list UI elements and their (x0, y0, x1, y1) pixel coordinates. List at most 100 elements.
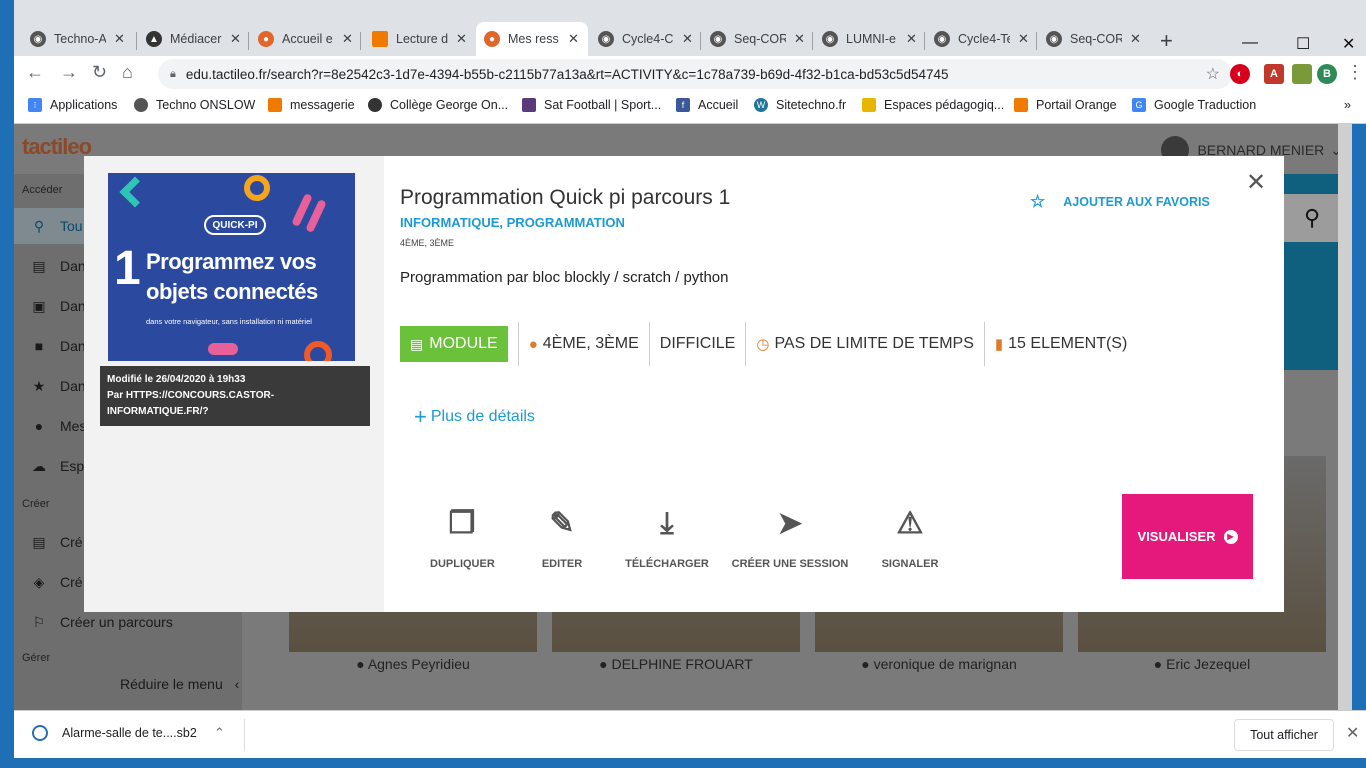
address-bar[interactable]: 🔒︎ edu.tactileo.fr/search?r=8e2542c3-1d7… (158, 59, 1232, 89)
path-icon: ⚐ (32, 613, 46, 630)
browser-tab[interactable]: ◉ Cycle4-C ✕ (590, 22, 701, 56)
page-scrollbar[interactable] (1338, 124, 1352, 710)
reload-icon[interactable]: ↻ (92, 62, 107, 83)
resource-levels: 4ÈME, 3ÈME (400, 238, 455, 248)
copy-icon: ❐ (448, 507, 476, 540)
search-icon: ⚲ (1303, 205, 1321, 230)
close-tab-icon[interactable]: ✕ (794, 31, 805, 47)
extension-icon[interactable] (1292, 64, 1312, 84)
minimize-button[interactable]: — (1242, 34, 1258, 52)
bookmark-star-icon[interactable]: ☆ (1206, 64, 1220, 84)
close-tab-icon[interactable]: ✕ (456, 31, 467, 47)
pdf-extension-icon[interactable]: A (1264, 64, 1284, 84)
warning-icon: ⚠ (896, 507, 924, 540)
close-modal-button[interactable]: ✕ (1246, 168, 1266, 197)
globe-icon: ◉ (934, 31, 950, 47)
globe-icon (134, 98, 148, 112)
scratch-file-icon (32, 725, 48, 741)
orange-icon (372, 31, 388, 47)
more-details-link[interactable]: + Plus de détails (414, 404, 535, 430)
pencil-icon: ✎ (549, 507, 575, 540)
star-icon: ☆ (1030, 192, 1046, 211)
close-tab-icon[interactable]: ✕ (114, 31, 125, 47)
show-all-downloads-button[interactable]: Tout afficher (1234, 719, 1334, 751)
cloud-check-icon: ☁ (32, 457, 46, 474)
map-pin-icon: ● (34, 418, 44, 434)
close-tab-icon[interactable]: ✕ (1018, 31, 1029, 47)
close-tab-icon[interactable]: ✕ (1130, 31, 1141, 47)
football-icon (522, 98, 536, 112)
tab-strip: ◉ Techno-A ✕ ▲ Médiacer ✕ ● Accueil e ✕ Lectur… (14, 20, 1366, 56)
blob-decoration-icon (208, 343, 238, 355)
browser-tab[interactable]: ◉ Cycle4-Te ✕ (926, 22, 1037, 56)
bookmark-item[interactable]: Sat Football | Sport... (522, 98, 661, 112)
chevron-left-icon: ‹ (234, 676, 240, 692)
bookmark-item[interactable]: Portail Orange (1014, 98, 1117, 112)
browser-tab[interactable]: ◉ Seq-COR ✕ (702, 22, 813, 56)
create-session-button[interactable]: ➤ CRÉER UNE SESSION (730, 500, 850, 570)
edit-button[interactable]: ✎ EDITER (532, 500, 592, 570)
maximize-button[interactable]: ☐ (1296, 34, 1310, 54)
browser-tab[interactable]: ● Accueil e ✕ (250, 22, 361, 56)
resource-info-bar: ▤ MODULE ● 4ÈME, 3ÈME DIFFICILE ◷ PAS DE LI… (400, 322, 1137, 366)
bookmark-item[interactable]: Techno ONSLOW (134, 98, 255, 112)
bookmark-item[interactable]: W Sitetechno.fr (754, 98, 846, 112)
menu-kebab-icon[interactable]: ⋮ (1346, 62, 1364, 83)
add-favorite-button[interactable]: ☆ AJOUTER AUX FAVORIS (1030, 192, 1210, 212)
new-tab-button[interactable]: + (1160, 28, 1173, 54)
back-icon[interactable]: ← (26, 62, 44, 83)
forward-icon[interactable]: → (60, 62, 78, 83)
globe-icon: ◉ (822, 31, 838, 47)
more-bookmarks-icon[interactable]: » (1344, 98, 1351, 112)
apps-grid-icon: ⁝ (28, 98, 42, 112)
duplicate-button[interactable]: ❐ DUPLIQUER (430, 500, 495, 570)
browser-tab[interactable]: ▲ Médiacer ✕ (138, 22, 249, 56)
type-badge: ▤ MODULE (400, 326, 508, 362)
download-item[interactable]: Alarme-salle de te....sb2 (32, 725, 197, 741)
close-tab-icon[interactable]: ✕ (682, 31, 693, 47)
resource-description: Programmation par bloc blockly / scratch… (400, 269, 729, 286)
resource-detail-modal: QUICK-PI 1 Programmez vos objets connecté… (84, 156, 1284, 612)
close-tab-icon[interactable]: ✕ (906, 31, 917, 47)
info-elements: ▮ 15 ELEMENT(S) (983, 322, 1137, 366)
translate-icon: G (1132, 98, 1146, 112)
home-icon[interactable]: ⌂ (122, 62, 133, 83)
close-tab-icon[interactable]: ✕ (568, 31, 579, 47)
bookmark-item[interactable]: G Google Traduction (1132, 98, 1256, 112)
user-icon: ● (528, 335, 538, 353)
user-icon: ● (599, 656, 608, 672)
bookmark-item[interactable]: messagerie (268, 98, 355, 112)
circle-decoration-icon (244, 175, 270, 201)
profile-avatar[interactable]: B (1317, 64, 1337, 84)
extension-icon[interactable]: ◐ (1230, 64, 1250, 84)
bookmark-item[interactable]: Collège George On... (368, 98, 508, 112)
close-window-button[interactable]: ✕ (1342, 34, 1355, 54)
close-tab-icon[interactable]: ✕ (342, 31, 353, 47)
folder-user-icon: ▣ (32, 297, 46, 314)
close-download-bar-icon[interactable]: ✕ (1346, 723, 1359, 743)
download-button[interactable]: ⤓ TÉLÉCHARGER (622, 500, 712, 570)
bookmark-item[interactable]: f Accueil (676, 98, 738, 112)
search-button[interactable]: ⚲ (1282, 194, 1342, 242)
globe-icon: ◉ (1046, 31, 1062, 47)
chevron-up-icon[interactable]: ⌃ (214, 725, 225, 741)
url-text: edu.tactileo.fr/search?r=8e2542c3-1d7e-4… (185, 66, 949, 82)
browser-tab-active[interactable]: ● Mes ress ✕ (476, 22, 588, 56)
play-icon: ▶ (1223, 529, 1238, 544)
report-button[interactable]: ⚠ SIGNALER (880, 500, 940, 570)
list-icon: ▤ (32, 533, 46, 550)
browser-tab[interactable]: Lecture d ✕ (364, 22, 475, 56)
browser-toolbar: ← → ↻ ⌂ 🔒︎ edu.tactileo.fr/search?r=8e25… (14, 56, 1366, 92)
download-bar: Alarme-salle de te....sb2 ⌃ Tout affiche… (14, 710, 1366, 758)
browser-tab[interactable]: ◉ Seq-COR ✕ (1038, 22, 1149, 56)
reduce-menu-button[interactable]: Réduire le menu ‹ (120, 676, 239, 692)
bookmark-item[interactable]: Espaces pédagogiq... (862, 98, 1004, 112)
tactileo-icon: ● (484, 31, 500, 47)
browser-tab[interactable]: ◉ LUMNI-e ✕ (814, 22, 925, 56)
bookmark-applications[interactable]: ⁝ Applications (28, 98, 117, 112)
browser-tab[interactable]: ◉ Techno-A ✕ (22, 22, 133, 56)
view-button[interactable]: VISUALISER ▶ (1122, 494, 1253, 579)
globe-icon: ◉ (598, 31, 614, 47)
close-tab-icon[interactable]: ✕ (230, 31, 241, 47)
lock-icon: 🔒︎ (170, 67, 176, 80)
